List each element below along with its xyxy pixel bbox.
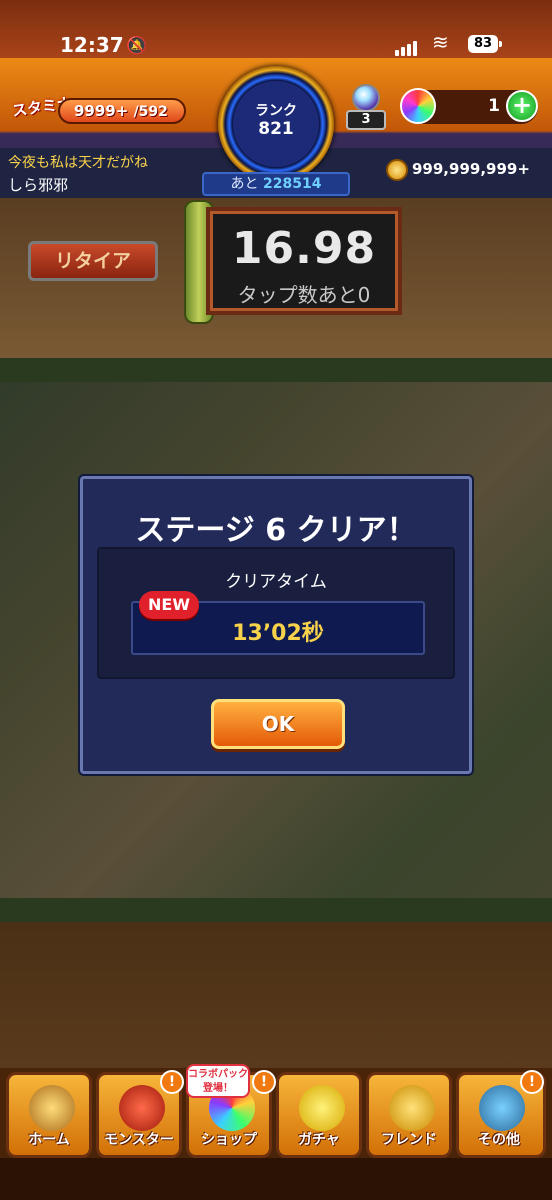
lower-area [0, 922, 552, 1068]
wifi-icon: ≋ [432, 30, 449, 54]
add-orb-button[interactable]: + [506, 90, 538, 122]
friend-icon [389, 1085, 435, 1131]
player-message: 今夜も私は天才だがね [8, 155, 148, 171]
cellular-signal-icon [395, 37, 419, 56]
monster-icon [119, 1085, 165, 1131]
home-icon [29, 1085, 75, 1131]
monster-alert-icon: ! [160, 1070, 184, 1094]
gold-amount: 999,999,999+ [412, 160, 530, 178]
status-time: 12:37 [60, 33, 124, 57]
rank-ring[interactable]: ランク 821 [218, 66, 334, 182]
nav-gacha-label: ガチャ [298, 1132, 340, 1148]
home-indicator-area [0, 1158, 552, 1200]
rank-value: 821 [258, 119, 294, 139]
rank-label: ランク [255, 103, 297, 119]
nav-other-label: その他 [478, 1132, 520, 1148]
rank-next-value: 228514 [263, 176, 322, 192]
nav-gacha[interactable]: ガチャ [276, 1072, 362, 1158]
shop-alert-icon: ! [252, 1070, 276, 1094]
collab-pack-text: コラボパック 登場！ [188, 1069, 248, 1094]
stamina-current: 9999+ [74, 102, 129, 120]
nav-friend[interactable]: フレンド [366, 1072, 452, 1158]
nav-home[interactable]: ホーム [6, 1072, 92, 1158]
stamina-bar[interactable]: 9999+ /592 [58, 98, 186, 124]
gacha-icon [299, 1085, 345, 1131]
other-icon [479, 1085, 525, 1131]
timer-panel: 16.98 タップ数あと0 [206, 207, 402, 315]
rank-next-label: あと [230, 176, 259, 192]
collab-pack-tag: コラボパック 登場！ [186, 1064, 250, 1098]
gem-icon [352, 84, 380, 112]
new-record-badge: NEW [139, 591, 199, 619]
nav-shop-label: ショップ [201, 1132, 257, 1148]
stage-clear-dialog: ステージ 6 クリア！ クリアタイム 13’02秒 NEW OK [80, 476, 472, 774]
mute-bell-icon: 🔕 [126, 36, 148, 56]
nav-monster-label: モンスター [104, 1132, 174, 1148]
other-alert-icon: ! [520, 1070, 544, 1094]
nav-home-label: ホーム [28, 1132, 70, 1148]
timer-value: 16.98 [231, 223, 377, 274]
stage-bottom-edge [0, 898, 552, 922]
clear-time-value: 13’02秒 [232, 621, 324, 646]
battery-icon: 83 [468, 35, 498, 53]
ok-button[interactable]: OK [211, 699, 345, 749]
status-bar: 12:37 🔕 ≋ 83 [0, 0, 552, 58]
clear-time-panel: クリアタイム 13’02秒 NEW [97, 547, 455, 679]
tap-remaining: タップ数あと0 [237, 283, 371, 307]
stamina-max: /592 [133, 104, 168, 120]
rank-next-exp: あと 228514 [202, 172, 350, 196]
nav-friend-label: フレンド [381, 1132, 437, 1148]
dialog-title: ステージ 6 クリア！ [135, 513, 417, 548]
gem-count: 3 [346, 110, 386, 130]
orb-icon [400, 88, 436, 124]
gem-badge[interactable]: 3 [346, 84, 386, 132]
clear-time-label: クリアタイム [225, 572, 327, 592]
player-name: しら邪邪 [8, 176, 69, 194]
gold-coin-icon [386, 159, 408, 181]
stage-top-edge [0, 358, 552, 382]
orb-count: 1 [488, 96, 500, 116]
battery-tip [499, 41, 502, 47]
retire-button[interactable]: リタイア [28, 241, 158, 281]
